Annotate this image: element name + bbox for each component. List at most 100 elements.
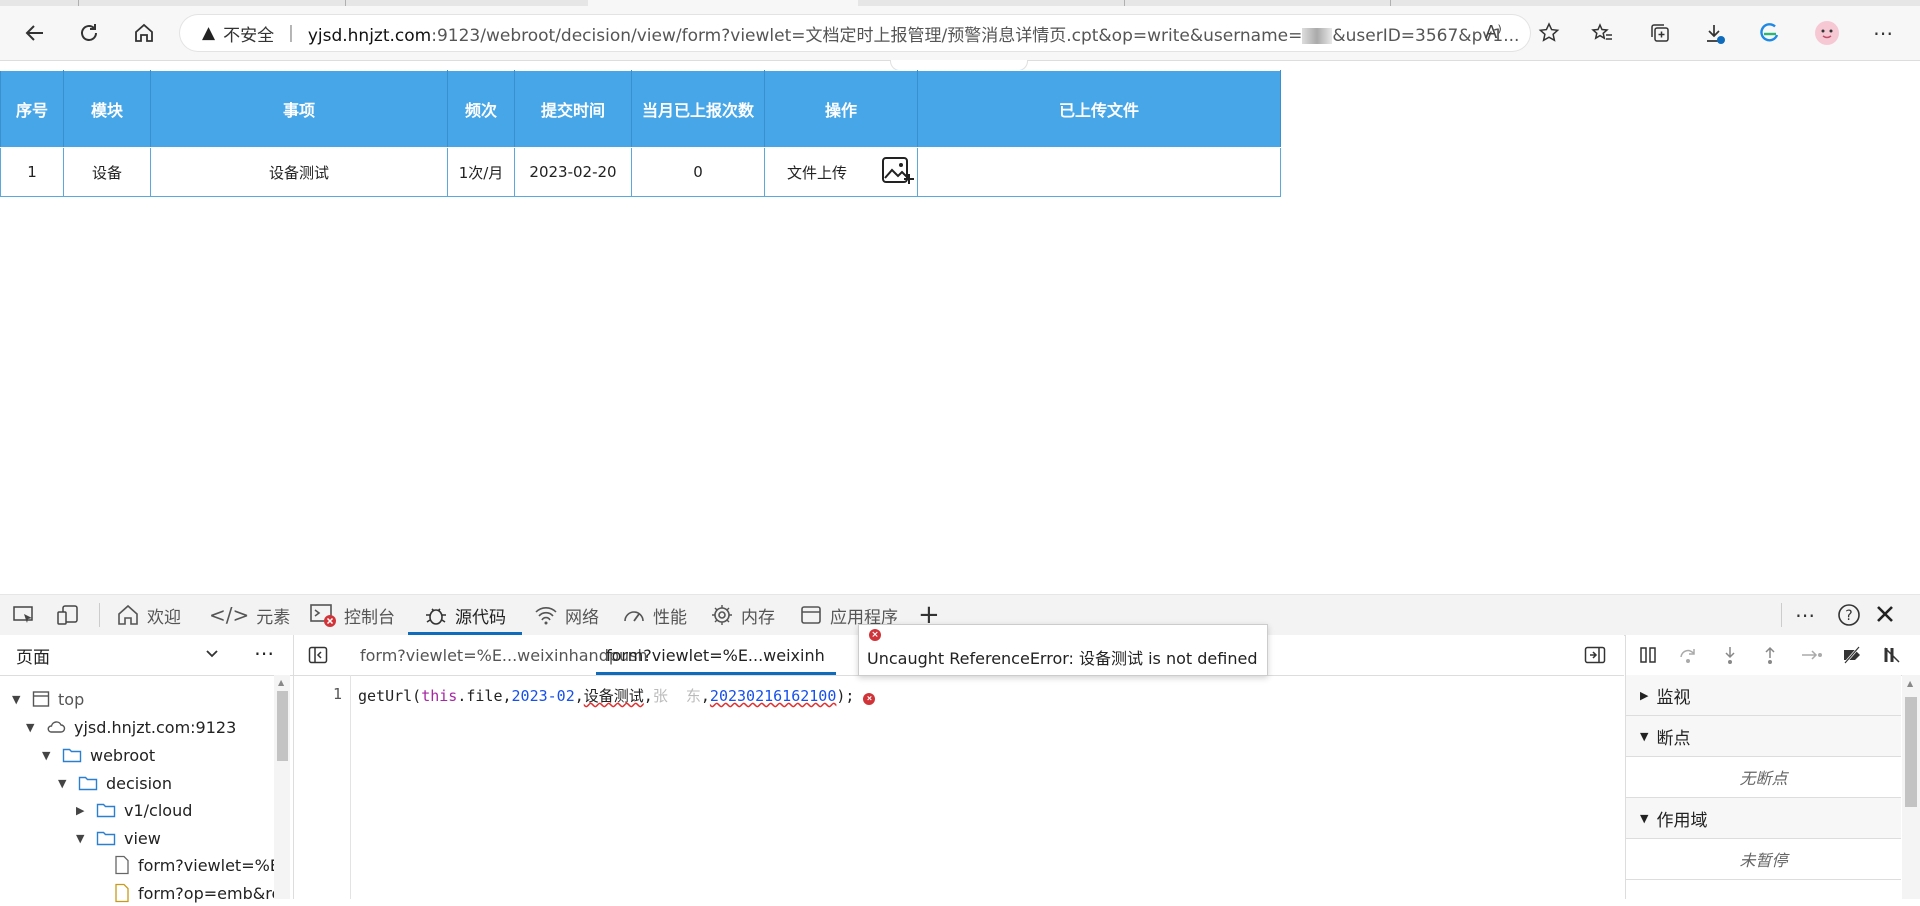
url-path: :9123/webroot/decision/view/form?viewlet… bbox=[431, 25, 1303, 46]
toggle-debugger-icon[interactable] bbox=[1584, 646, 1606, 668]
image-upload-icon[interactable] bbox=[881, 156, 915, 190]
not-paused-text: 未暂停 bbox=[1626, 839, 1901, 880]
home-icon bbox=[116, 603, 140, 627]
file-upload-label[interactable]: 文件上传 bbox=[787, 162, 847, 183]
navigator-pane: 页面 ⋯ ▼ top ▼ yjsd.hnjzt.com:9123 ▼ webro… bbox=[0, 635, 294, 903]
refresh-button[interactable] bbox=[72, 16, 106, 50]
tree-label-host: yjsd.hnjzt.com:9123 bbox=[74, 717, 237, 737]
tree-item-decision[interactable]: ▼ decision bbox=[58, 770, 172, 796]
navigator-header: 页面 ⋯ bbox=[0, 635, 293, 676]
collapsed-triangle-icon: ▶ bbox=[1640, 688, 1649, 702]
step-over-icon[interactable] bbox=[1678, 645, 1698, 670]
code-brackets-icon: </> bbox=[209, 603, 250, 627]
cell-frequency: 1次/月 bbox=[447, 147, 515, 197]
code-line[interactable]: getUrl(this.file,2023-02,设备测试,张 东,202302… bbox=[358, 685, 876, 706]
tab-welcome[interactable]: 欢迎 bbox=[116, 595, 181, 635]
downloads-button[interactable] bbox=[1697, 16, 1731, 50]
error-tooltip: × Uncaught ReferenceError: 设备测试 is not d… bbox=[858, 624, 1269, 676]
tab-elements[interactable]: </> 元素 bbox=[209, 595, 290, 635]
tree-item-v1cloud[interactable]: ▶ v1/cloud bbox=[76, 797, 192, 823]
favorites-button[interactable] bbox=[1585, 16, 1619, 50]
pause-icon[interactable] bbox=[1638, 645, 1658, 670]
deactivate-breakpoints-icon[interactable] bbox=[1842, 645, 1862, 670]
step-into-icon[interactable] bbox=[1720, 645, 1740, 670]
code-comma: , bbox=[643, 687, 653, 705]
close-devtools-button[interactable] bbox=[1874, 603, 1896, 630]
tab-console[interactable]: 控制台 bbox=[309, 595, 395, 635]
more-tools-button[interactable]: ⋯ bbox=[1795, 603, 1815, 627]
debugger-scrollbar[interactable]: ▲ bbox=[1902, 675, 1920, 899]
collections-icon bbox=[1651, 24, 1669, 42]
scroll-up-icon[interactable]: ▲ bbox=[1907, 679, 1913, 688]
error-icon: × bbox=[869, 629, 881, 641]
console-error-icon bbox=[309, 602, 337, 628]
device-emulation-button[interactable] bbox=[56, 595, 80, 635]
tree-item-view[interactable]: ▼ view bbox=[76, 825, 161, 851]
tree-item-webroot[interactable]: ▼ webroot bbox=[42, 742, 155, 768]
expanded-triangle-icon: ▼ bbox=[1640, 811, 1649, 825]
back-button[interactable] bbox=[18, 16, 52, 50]
code-end: ); bbox=[836, 687, 855, 705]
file-icon bbox=[114, 855, 130, 875]
col-header-submit-time: 提交时间 bbox=[514, 70, 632, 148]
navigator-scrollbar[interactable]: ▲ bbox=[274, 675, 290, 899]
step-icon[interactable] bbox=[1800, 645, 1824, 670]
tab-sources[interactable]: 源代码 bbox=[408, 595, 522, 635]
tree-item-file1[interactable]: form?viewlet=%E6 bbox=[114, 852, 290, 878]
tree-item-top[interactable]: ▼ top bbox=[12, 686, 84, 712]
code-comma: , bbox=[700, 687, 710, 705]
inspect-button[interactable] bbox=[12, 595, 36, 635]
navigator-more-button[interactable]: ⋯ bbox=[254, 641, 274, 665]
editor-tab-2-label: form?viewlet=%E...weixinh bbox=[606, 645, 825, 665]
tree-item-file2[interactable]: form?op=emb&re bbox=[114, 880, 281, 906]
error-icon[interactable]: × bbox=[863, 693, 876, 705]
scroll-thumb[interactable] bbox=[1905, 697, 1917, 807]
tree-item-host[interactable]: ▼ yjsd.hnjzt.com:9123 bbox=[26, 714, 236, 740]
help-button[interactable]: ? bbox=[1837, 603, 1861, 632]
section-watch[interactable]: ▶ 监视 bbox=[1626, 675, 1901, 716]
code-comma: , bbox=[574, 687, 584, 705]
url-text[interactable]: yjsd.hnjzt.com:9123/webroot/decision/vie… bbox=[308, 21, 1520, 46]
back-arrow-icon bbox=[25, 25, 43, 41]
add-favorite-button[interactable] bbox=[1532, 16, 1566, 50]
tab-network[interactable]: 网络 bbox=[534, 595, 599, 635]
code-blurred-name: 张 东 bbox=[652, 687, 701, 705]
settings-more-button[interactable]: ⋯ bbox=[1866, 16, 1900, 50]
section-breakpoints[interactable]: ▼ 断点 bbox=[1626, 716, 1901, 757]
expanded-triangle-icon: ▼ bbox=[12, 692, 21, 706]
chevron-down-icon[interactable] bbox=[204, 645, 220, 666]
read-aloud-icon[interactable]: A⁾ bbox=[1485, 22, 1502, 43]
section-breakpoints-label: 断点 bbox=[1656, 728, 1691, 749]
tree-label-top: top bbox=[58, 689, 85, 709]
tab-performance[interactable]: 性能 bbox=[622, 595, 687, 635]
folder-icon bbox=[78, 775, 98, 791]
home-button[interactable] bbox=[127, 16, 161, 50]
step-out-icon[interactable] bbox=[1760, 645, 1780, 670]
download-icon bbox=[1707, 25, 1725, 44]
help-icon: ? bbox=[1838, 604, 1860, 626]
section-scope[interactable]: ▼ 作用域 bbox=[1626, 798, 1901, 839]
refresh-icon bbox=[81, 24, 97, 41]
security-label[interactable]: 不安全 bbox=[223, 21, 274, 46]
page-tab-label[interactable]: 页面 bbox=[16, 643, 50, 668]
tree-label-webroot: webroot bbox=[90, 745, 156, 765]
tab-memory[interactable]: 内存 bbox=[710, 595, 775, 635]
collapsed-triangle-icon: ▶ bbox=[76, 803, 85, 817]
col-header-module: 模块 bbox=[63, 70, 151, 148]
cloud-icon bbox=[46, 719, 66, 735]
scroll-up-icon[interactable]: ▲ bbox=[278, 678, 284, 687]
window-icon bbox=[799, 604, 823, 626]
collections-button[interactable] bbox=[1643, 16, 1677, 50]
profile-avatar[interactable] bbox=[1810, 16, 1844, 50]
pause-on-exceptions-icon[interactable] bbox=[1882, 645, 1902, 670]
edge-button[interactable] bbox=[1752, 16, 1786, 50]
cell-no: 1 bbox=[0, 147, 64, 197]
line-gutter: 1 bbox=[294, 675, 351, 899]
toggle-navigator-icon[interactable] bbox=[308, 646, 328, 668]
line-number[interactable]: 1 bbox=[333, 685, 342, 703]
editor-tab-2[interactable]: form?viewlet=%E...weixinh bbox=[596, 635, 836, 675]
cell-module: 设备 bbox=[63, 147, 151, 197]
scroll-thumb[interactable] bbox=[277, 691, 288, 761]
address-bar[interactable]: ▲ 不安全 | yjsd.hnjzt.com:9123/webroot/deci… bbox=[180, 15, 1530, 51]
cell-submit-time: 2023-02-20 bbox=[514, 147, 632, 197]
